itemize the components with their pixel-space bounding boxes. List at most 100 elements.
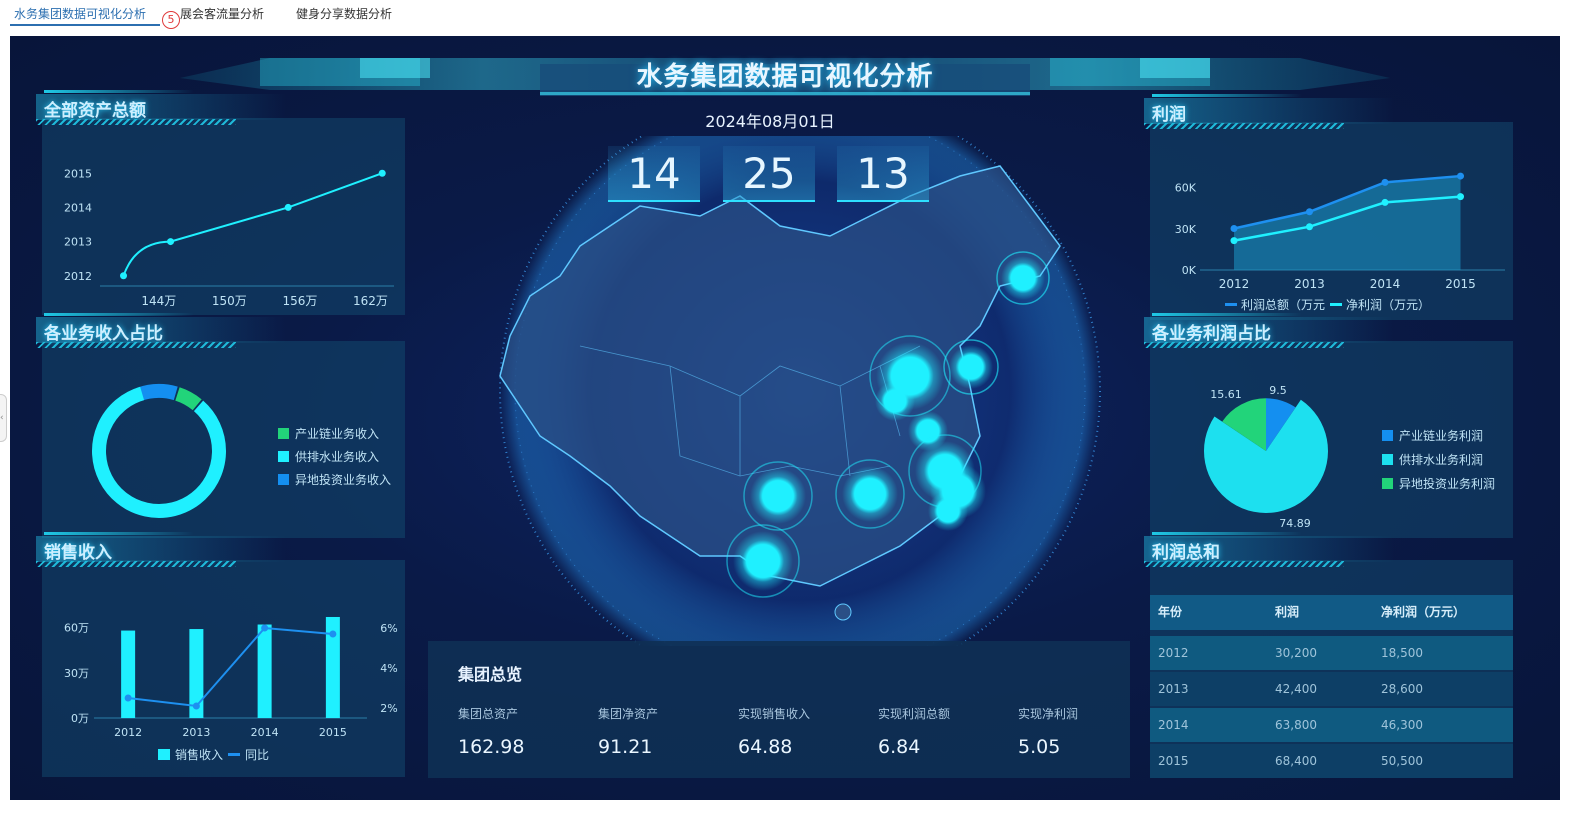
x-tick-label: 2015	[1445, 277, 1476, 291]
legend-label-net: 净利润（万元）	[1346, 298, 1430, 312]
overview-net-assets: 集团净资产 91.21	[598, 705, 728, 758]
legend-item[interactable]: 供排水业务收入	[278, 448, 391, 465]
profit-total-point	[1306, 208, 1313, 216]
clock-hours: 14	[608, 146, 700, 202]
overview-value: 162.98	[458, 736, 525, 758]
assets-data-point	[378, 169, 386, 177]
profit-total-area	[1234, 176, 1461, 270]
assets-panel: 全部资产总额 2012 2013 2014 2015 144万 150万 156万 162万	[36, 90, 405, 315]
pie-slice-label: 9.5	[1269, 384, 1287, 397]
x-tick-label: 2012	[114, 726, 142, 739]
y-right-tick: 6%	[380, 622, 397, 635]
overview-total-profit: 实现利润总额 6.84	[878, 705, 1008, 758]
overview-sales-revenue: 实现销售收入 64.88	[738, 705, 868, 758]
profit-total-point	[1230, 225, 1238, 233]
legend-item[interactable]: 异地投资业务利润	[1382, 475, 1495, 492]
table-cell: 2015	[1158, 754, 1189, 768]
overview-total-assets: 集团总资产 162.98	[458, 705, 588, 758]
assets-data-point	[167, 238, 175, 246]
y-tick-label: 30K	[1175, 223, 1197, 236]
tab-expo-traffic[interactable]: 展会客流量分析	[180, 5, 264, 22]
profit-total-point	[1457, 172, 1464, 180]
tab-fitness-share[interactable]: 健身分享数据分析	[296, 5, 392, 22]
table-row: 2012 30,200 18,500	[1150, 636, 1513, 670]
x-tick-label: 150万	[212, 294, 247, 308]
panel-header: 利润总和	[1144, 532, 1404, 568]
net-profit-point	[1230, 237, 1238, 245]
assets-data-point	[120, 272, 128, 280]
legend-label-total: 利润总额（万元	[1241, 298, 1325, 312]
assets-series-line	[122, 172, 383, 277]
table-cell: 42,400	[1275, 682, 1317, 696]
panel-header: 全部资产总额	[36, 90, 296, 126]
x-tick-label: 2013	[182, 726, 210, 739]
legend-label: 供排水业务收入	[295, 450, 380, 464]
sales-bar	[121, 630, 136, 718]
assets-line-chart: 2012 2013 2014 2015 144万 150万 156万 162万	[64, 167, 394, 308]
table-row: 2013 42,400 28,600	[1150, 672, 1513, 706]
tab-count-badge: 5	[162, 11, 180, 29]
overview-value: 5.05	[1018, 736, 1061, 758]
yoy-point	[261, 624, 269, 632]
current-date: 2024年08月01日	[705, 112, 835, 131]
pie-slice-label: 15.61	[1210, 388, 1242, 401]
table-row: 2014 63,800 46,300	[1150, 708, 1513, 742]
x-tick-label: 2014	[251, 726, 279, 739]
overview-label: 实现净利润	[1018, 707, 1079, 721]
sales-bar-chart: 0万 30万 60万 2% 4% 6% 2012 2013 2014 2015 销售收入 同比	[64, 616, 398, 762]
legend-swatch-yoy	[228, 753, 240, 756]
profit-total-point	[1381, 178, 1389, 186]
profit-panel-title: 利润	[1152, 105, 1186, 125]
table-header-cell: 利润	[1275, 605, 1300, 619]
y-right-tick: 4%	[380, 662, 397, 675]
overview-label: 实现利润总额	[878, 707, 951, 721]
china-map	[499, 136, 1101, 646]
legend-swatch	[1382, 430, 1393, 441]
legend-swatch-net	[1330, 303, 1342, 306]
overview-value: 6.84	[878, 736, 921, 758]
x-tick-label: 2012	[1219, 277, 1250, 291]
y-tick-label: 2012	[64, 270, 92, 283]
legend-item[interactable]: 供排水业务利润	[1382, 451, 1495, 468]
dashboard-screen: 水务集团数据可视化分析 2024年08月01日 14 25 13 全部资产总额 …	[10, 36, 1560, 800]
x-tick-label: 2013	[1294, 277, 1325, 291]
panel-header: 利润	[1144, 94, 1404, 130]
legend-item[interactable]: 产业链业务利润	[1382, 427, 1495, 444]
yoy-line	[128, 626, 333, 708]
legend-item[interactable]: 产业链业务收入	[278, 425, 391, 442]
legend-item[interactable]: 异地投资业务收入	[278, 471, 391, 488]
x-tick-label: 162万	[353, 294, 388, 308]
table-cell: 28,600	[1381, 682, 1423, 696]
x-tick-label: 156万	[282, 294, 317, 308]
legend-label-sales: 销售收入	[175, 747, 223, 762]
table-cell: 68,400	[1275, 754, 1317, 768]
table-cell: 30,200	[1275, 646, 1317, 660]
yoy-point	[192, 702, 200, 710]
table-cell: 18,500	[1381, 646, 1423, 660]
table-cell: 2014	[1158, 718, 1189, 732]
profit-area-chart: 0K 30K 60K 2012 2013 2014 2015 利润总额（万元 净利润（万元）	[1175, 172, 1505, 312]
income-donut-chart	[92, 384, 226, 518]
legend-swatch-sales	[158, 749, 170, 760]
table-cell: 2012	[1158, 646, 1189, 660]
income-legend: 产业链业务收入 供排水业务收入 异地投资业务收入	[278, 425, 391, 494]
profit-table: 年份 利润 净利润（万元） 2012 30,200 18,500 2013 42,400 28,…	[1150, 595, 1513, 778]
profit-total-title: 利润总和	[1152, 543, 1220, 563]
active-tab-indicator	[10, 24, 160, 26]
chevron-left-icon[interactable]: ‹	[0, 394, 7, 442]
table-cell: 50,500	[1381, 754, 1423, 768]
sales-panel-title: 销售收入	[44, 543, 112, 563]
y-left-tick: 0万	[71, 712, 89, 725]
legend-swatch-total	[1225, 303, 1237, 306]
income-share-panel: 各业务收入占比 产业链业务收入 供排水业务收入 异地投资业务收入	[36, 313, 405, 538]
overview-title: 集团总览	[458, 665, 523, 684]
tab-water-group[interactable]: 水务集团数据可视化分析	[14, 5, 146, 22]
sales-bar	[257, 624, 272, 718]
clock-minutes: 25	[723, 146, 815, 202]
table-cell: 63,800	[1275, 718, 1317, 732]
yoy-point	[329, 630, 337, 638]
profit-panel: 利润 0K 30K 60K 2012 2013 2014 2015 利润总额（万元 净利润（万元…	[1144, 94, 1513, 320]
y-tick-label: 60K	[1175, 182, 1197, 195]
net-profit-point	[1381, 198, 1389, 206]
x-tick-label: 2015	[319, 726, 347, 739]
